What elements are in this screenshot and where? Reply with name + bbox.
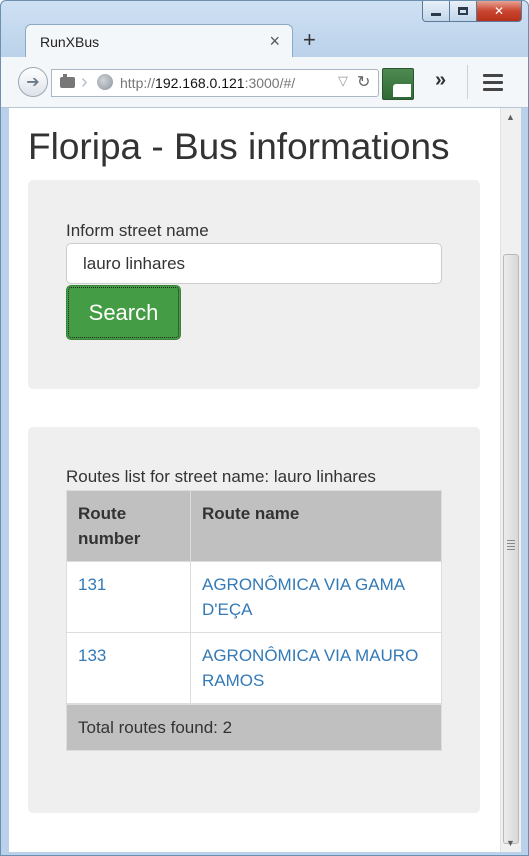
address-bar[interactable]: › http://192.168.0.121:3000/#/ ▽ ↻ bbox=[51, 69, 379, 97]
scroll-down-icon[interactable]: ▼ bbox=[506, 838, 515, 848]
globe-icon bbox=[97, 74, 113, 90]
routes-table: Route number Route name 131 AGRONÔMICA V… bbox=[66, 490, 442, 751]
toolbar-divider bbox=[467, 65, 468, 99]
url-host: 192.168.0.121 bbox=[155, 75, 245, 91]
results-panel: Routes list for street name: lauro linha… bbox=[28, 427, 480, 813]
table-row: 131 AGRONÔMICA VIA GAMA D'EÇA bbox=[66, 561, 442, 633]
dropdown-icon[interactable]: ▽ bbox=[338, 73, 348, 89]
route-number-cell: 131 bbox=[66, 561, 191, 633]
back-arrow-icon: ➔ bbox=[26, 74, 40, 91]
route-name-cell: AGRONÔMICA VIA GAMA D'EÇA bbox=[190, 561, 442, 633]
window-controls: ✕ bbox=[422, 1, 522, 22]
url-rest: :3000/#/ bbox=[244, 75, 296, 91]
minimize-icon bbox=[431, 12, 441, 16]
route-name-cell: AGRONÔMICA VIA MAURO RAMOS bbox=[190, 632, 442, 705]
browser-window: ✕ RunXBus × + ➔ › http://192.168.0.121:3… bbox=[0, 0, 529, 856]
tab-close-icon[interactable]: × bbox=[269, 31, 280, 52]
chevron-right-icon: › bbox=[81, 71, 88, 93]
extension-icon[interactable] bbox=[382, 68, 414, 100]
street-name-label: Inform street name bbox=[66, 221, 209, 240]
column-header-route-name: Route name bbox=[190, 490, 442, 562]
browser-tab[interactable]: RunXBus × bbox=[25, 24, 293, 59]
grip-icon bbox=[507, 540, 515, 552]
site-identity-button[interactable] bbox=[56, 74, 78, 91]
scrollbar-thumb[interactable] bbox=[503, 254, 519, 844]
close-window-button[interactable]: ✕ bbox=[477, 1, 522, 22]
navigation-toolbar: ➔ › http://192.168.0.121:3000/#/ ▽ ↻ » bbox=[1, 57, 528, 108]
tab-group-icon bbox=[59, 74, 75, 88]
page-title: Floripa - Bus informations bbox=[28, 126, 450, 167]
maximize-icon bbox=[458, 7, 468, 15]
new-tab-button[interactable]: + bbox=[303, 27, 316, 53]
table-header-row: Route number Route name bbox=[66, 490, 442, 562]
scroll-up-icon[interactable]: ▲ bbox=[506, 112, 515, 122]
search-panel: Inform street name Search bbox=[28, 180, 480, 389]
column-header-route-number: Route number bbox=[66, 490, 191, 562]
back-button[interactable]: ➔ bbox=[18, 67, 48, 97]
route-number-link[interactable]: 133 bbox=[78, 646, 106, 665]
reload-icon[interactable]: ↻ bbox=[357, 72, 370, 92]
url-prefix: http:// bbox=[120, 75, 156, 91]
route-name-link[interactable]: AGRONÔMICA VIA MAURO RAMOS bbox=[202, 646, 418, 690]
street-name-input[interactable] bbox=[66, 243, 442, 284]
minimize-button[interactable] bbox=[422, 1, 450, 22]
route-number-cell: 133 bbox=[66, 632, 191, 705]
tab-title: RunXBus bbox=[40, 34, 100, 50]
page-content: Floripa - Bus informations Inform street… bbox=[9, 108, 500, 852]
search-button[interactable]: Search bbox=[66, 285, 181, 340]
route-number-link[interactable]: 131 bbox=[78, 575, 106, 594]
overflow-menu-icon[interactable]: » bbox=[435, 69, 446, 92]
hamburger-menu-icon[interactable] bbox=[483, 74, 503, 95]
maximize-button[interactable] bbox=[450, 1, 477, 22]
total-routes-text: Total routes found: 2 bbox=[66, 703, 442, 751]
close-icon: ✕ bbox=[493, 4, 505, 18]
table-footer-row: Total routes found: 2 bbox=[66, 703, 442, 751]
results-label: Routes list for street name: lauro linha… bbox=[66, 467, 376, 486]
url-text[interactable]: http://192.168.0.121:3000/#/ bbox=[120, 75, 295, 91]
table-row: 133 AGRONÔMICA VIA MAURO RAMOS bbox=[66, 632, 442, 705]
route-name-link[interactable]: AGRONÔMICA VIA GAMA D'EÇA bbox=[202, 575, 404, 619]
vertical-scrollbar[interactable]: ▲ ▼ bbox=[500, 108, 521, 852]
